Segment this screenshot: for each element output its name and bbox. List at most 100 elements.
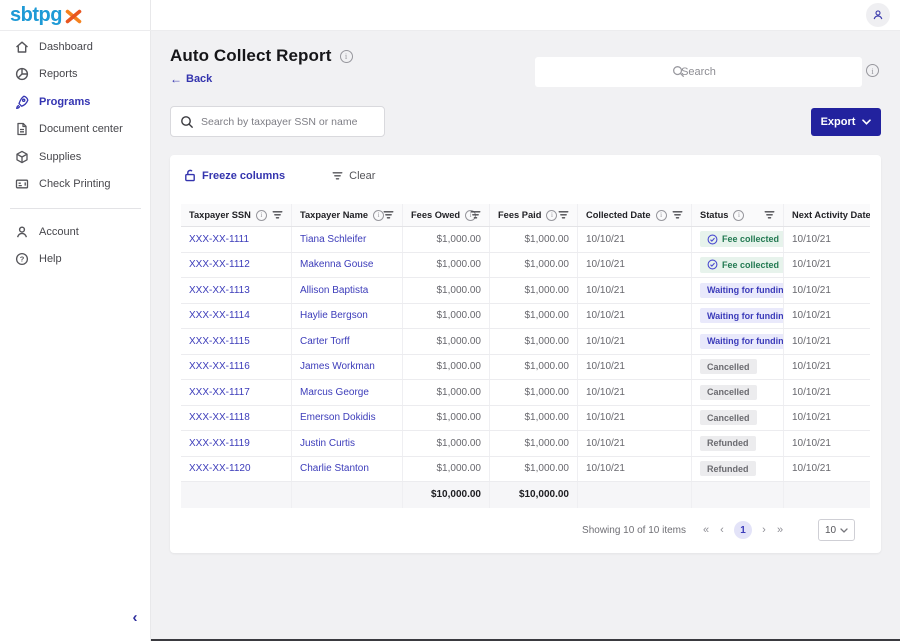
table-row: XXX-XX-1116James Workman$1,000.00$1,000.… [181, 355, 870, 381]
global-search-input[interactable] [535, 57, 862, 87]
ssn-link[interactable]: XXX-XX-1112 [181, 253, 292, 278]
fees-owed-cell: $1,000.00 [403, 329, 490, 354]
status-badge: Refunded [700, 436, 756, 451]
ssn-link[interactable]: XXX-XX-1116 [181, 355, 292, 380]
column-header-taxpayer-ssn: Taxpayer SSN [181, 204, 292, 226]
page-size-select[interactable]: 10 [818, 519, 855, 541]
next-activity-date-cell: 10/10/21 [784, 355, 870, 380]
taxpayer-name-link[interactable]: Makenna Gouse [292, 253, 403, 278]
sidebar-item-label: Reports [39, 68, 78, 80]
rocket-icon [14, 94, 30, 110]
sidebar-item-account[interactable]: Account [0, 218, 151, 246]
sidebar-item-check-printing[interactable]: Check Printing [0, 171, 151, 199]
taxpayer-name-link[interactable]: Justin Curtis [292, 431, 403, 456]
prev-page-button[interactable]: ‹ [714, 521, 730, 539]
collected-date-cell: 10/10/21 [578, 253, 692, 278]
check-circle-icon [707, 259, 718, 270]
fees-owed-cell: $1,000.00 [403, 278, 490, 303]
taxpayer-name-link[interactable]: Carter Torff [292, 329, 403, 354]
next-activity-date-cell: 10/10/21 [784, 278, 870, 303]
filter-icon[interactable] [383, 210, 394, 220]
person-icon [14, 224, 30, 240]
totals-empty [784, 482, 870, 508]
sidebar-item-dashboard[interactable]: Dashboard [0, 33, 151, 61]
sidebar-item-label: Check Printing [39, 178, 111, 190]
column-info-icon[interactable] [546, 210, 557, 221]
fees-paid-cell: $1,000.00 [490, 278, 578, 303]
table-row: XXX-XX-1112Makenna Gouse$1,000.00$1,000.… [181, 253, 870, 279]
next-activity-date-cell: 10/10/21 [784, 253, 870, 278]
freeze-columns-button[interactable]: Freeze columns [184, 169, 285, 182]
taxpayer-name-link[interactable]: Haylie Bergson [292, 304, 403, 329]
filter-icon[interactable] [672, 210, 683, 220]
ssn-link[interactable]: XXX-XX-1111 [181, 227, 292, 252]
sidebar-item-reports[interactable]: Reports [0, 61, 151, 89]
back-link[interactable]: Back [170, 72, 212, 86]
sidebar-item-label: Dashboard [39, 41, 93, 53]
collected-date-cell: 10/10/21 [578, 355, 692, 380]
status-cell: Fee collected [692, 253, 784, 278]
export-button[interactable]: Export [811, 108, 881, 136]
fees-paid-cell: $1,000.00 [490, 431, 578, 456]
column-info-icon[interactable] [733, 210, 744, 221]
next-page-button[interactable]: › [756, 521, 772, 539]
search-icon [180, 115, 194, 129]
sidebar-item-document-center[interactable]: Document center [0, 116, 151, 144]
taxpayer-name-link[interactable]: Emerson Dokidis [292, 406, 403, 431]
clear-filters-button[interactable]: Clear [332, 170, 375, 182]
taxpayer-name-link[interactable]: Tiana Schleifer [292, 227, 403, 252]
sidebar-item-label: Help [39, 253, 62, 265]
table-search-input[interactable] [201, 116, 384, 128]
sidebar-item-supplies[interactable]: Supplies [0, 143, 151, 171]
sidebar-item-help[interactable]: ? Help [0, 246, 151, 274]
taxpayer-name-link[interactable]: Marcus George [292, 380, 403, 405]
current-page-button[interactable]: 1 [734, 521, 752, 539]
filter-icon[interactable] [558, 210, 569, 220]
taxpayer-name-link[interactable]: James Workman [292, 355, 403, 380]
fees-paid-cell: $1,000.00 [490, 329, 578, 354]
column-header-taxpayer-name: Taxpayer Name [292, 204, 403, 226]
sidebar-collapse-button[interactable]: ‹ [126, 608, 144, 626]
taxpayer-name-link[interactable]: Charlie Stanton [292, 457, 403, 482]
avatar[interactable] [866, 3, 890, 27]
title-info-icon[interactable] [340, 50, 353, 63]
column-header-status: Status [692, 204, 784, 226]
filter-icon[interactable] [470, 210, 481, 220]
fees-owed-cell: $1,000.00 [403, 406, 490, 431]
home-icon [14, 39, 30, 55]
ssn-link[interactable]: XXX-XX-1119 [181, 431, 292, 456]
last-page-button[interactable]: » [772, 521, 788, 539]
sidebar-item-label: Programs [39, 96, 90, 108]
fees-owed-cell: $1,000.00 [403, 457, 490, 482]
page-title: Auto Collect Report [170, 46, 332, 66]
back-label: Back [186, 73, 212, 85]
taxpayer-name-link[interactable]: Allison Baptista [292, 278, 403, 303]
column-info-icon[interactable] [656, 210, 667, 221]
table-row: XXX-XX-1115Carter Torff$1,000.00$1,000.0… [181, 329, 870, 355]
ssn-link[interactable]: XXX-XX-1115 [181, 329, 292, 354]
sidebar-menu: Dashboard Reports Programs Document cent… [0, 33, 151, 273]
status-cell: Refunded [692, 431, 784, 456]
column-info-icon[interactable] [256, 210, 267, 221]
next-activity-date-cell: 10/10/21 [784, 457, 870, 482]
fees-owed-cell: $1,000.00 [403, 355, 490, 380]
status-badge: Waiting for funding [700, 283, 784, 298]
totals-row: $10,000.00 $10,000.00 [181, 482, 870, 508]
ssn-link[interactable]: XXX-XX-1114 [181, 304, 292, 329]
global-info-icon[interactable] [866, 64, 879, 77]
sidebar-item-programs[interactable]: Programs [0, 88, 151, 116]
clear-label: Clear [349, 170, 375, 182]
filter-icon[interactable] [764, 210, 775, 220]
ssn-link[interactable]: XXX-XX-1120 [181, 457, 292, 482]
check-printing-icon [14, 176, 30, 192]
ssn-link[interactable]: XXX-XX-1113 [181, 278, 292, 303]
fees-paid-total: $10,000.00 [490, 482, 578, 508]
ssn-link[interactable]: XXX-XX-1117 [181, 380, 292, 405]
first-page-button[interactable]: « [698, 521, 714, 539]
fees-owed-total: $10,000.00 [403, 482, 490, 508]
filter-icon[interactable] [272, 210, 283, 220]
ssn-link[interactable]: XXX-XX-1118 [181, 406, 292, 431]
collected-date-cell: 10/10/21 [578, 278, 692, 303]
status-badge: Fee collected [700, 231, 784, 247]
sidebar-item-label: Supplies [39, 151, 81, 163]
